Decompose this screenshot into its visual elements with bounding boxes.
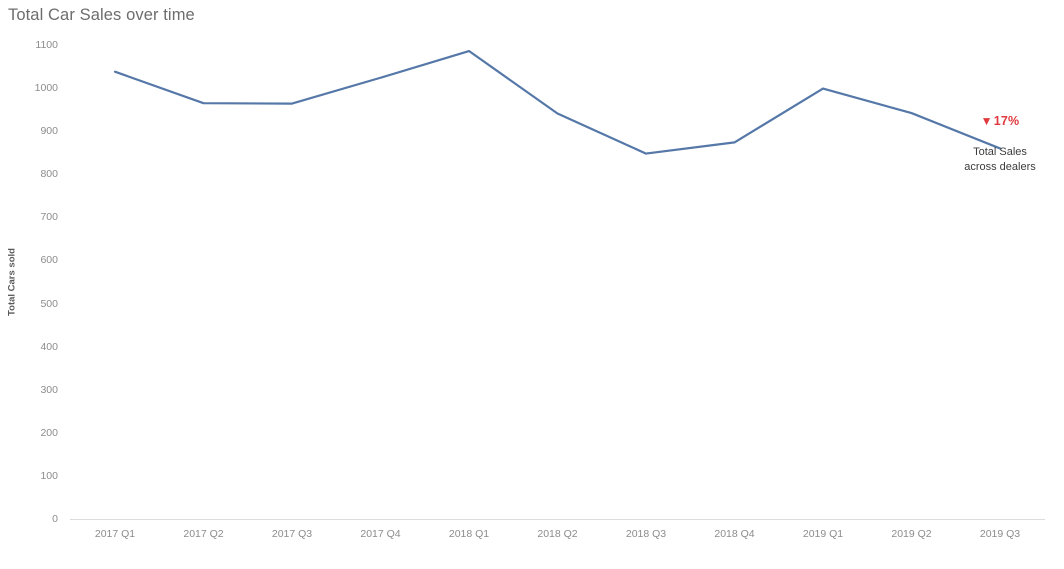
y-tick-label: 500	[40, 297, 58, 310]
x-axis-rule	[70, 519, 1045, 520]
y-tick-label: 800	[40, 168, 58, 181]
y-tick-label: 900	[40, 124, 58, 137]
down-triangle-icon: ▼	[980, 114, 993, 129]
x-tick-label: 2018 Q1	[448, 528, 490, 540]
x-tick-label: 2017 Q3	[271, 528, 313, 540]
chart-viz: Total Car Sales over time Total Cars sol…	[0, 0, 1064, 569]
x-tick-label: 2018 Q4	[714, 528, 755, 540]
x-tick-label: 2017 Q2	[183, 528, 224, 540]
y-tick-label: 400	[40, 340, 58, 353]
y-tick-label: 300	[40, 383, 58, 396]
annotation-caption-line2: across dealers	[964, 161, 1036, 173]
y-tick-label: 600	[40, 254, 58, 267]
annotation-percent-text: 17%	[993, 114, 1020, 129]
page-title: Total Car Sales over time	[8, 6, 195, 24]
x-tick-label: 2019 Q1	[802, 528, 844, 540]
annotation-delta-value: ▼17%	[938, 115, 1062, 129]
x-tick-label: 2017 Q4	[360, 528, 401, 540]
x-axis: 2017 Q1 2017 Q2 2017 Q3 2017 Q4 2018 Q1 2018 …	[70, 519, 1045, 559]
series-line-total-cars-sold[interactable]	[113, 49, 1002, 155]
y-tick-label: 200	[40, 426, 58, 439]
x-tick-label: 2019 Q3	[979, 528, 1021, 540]
y-axis: Total Cars sold 1100 1000 900 800 700 600 500 4…	[0, 40, 66, 524]
x-tick-label: 2017 Q1	[94, 528, 136, 540]
y-tick-label: 0	[52, 512, 58, 525]
annotation-percent-change[interactable]: ▼17% Total Sales across dealers	[938, 115, 1062, 174]
plot-area	[70, 45, 1045, 519]
y-tick-label: 1000	[34, 81, 58, 94]
y-axis-title: Total Cars sold	[6, 248, 18, 316]
x-tick-label: 2019 Q2	[891, 528, 932, 540]
y-tick-label: 1100	[35, 38, 58, 51]
y-tick-label: 700	[40, 211, 58, 224]
x-tick-label: 2018 Q3	[625, 528, 667, 540]
annotation-caption-line1: Total Sales	[973, 146, 1027, 159]
y-tick-label: 100	[40, 469, 58, 482]
annotation-caption: Total Sales across dealers	[938, 145, 1062, 175]
line-chart-canvas	[113, 49, 1002, 155]
x-tick-label: 2018 Q2	[537, 528, 578, 540]
